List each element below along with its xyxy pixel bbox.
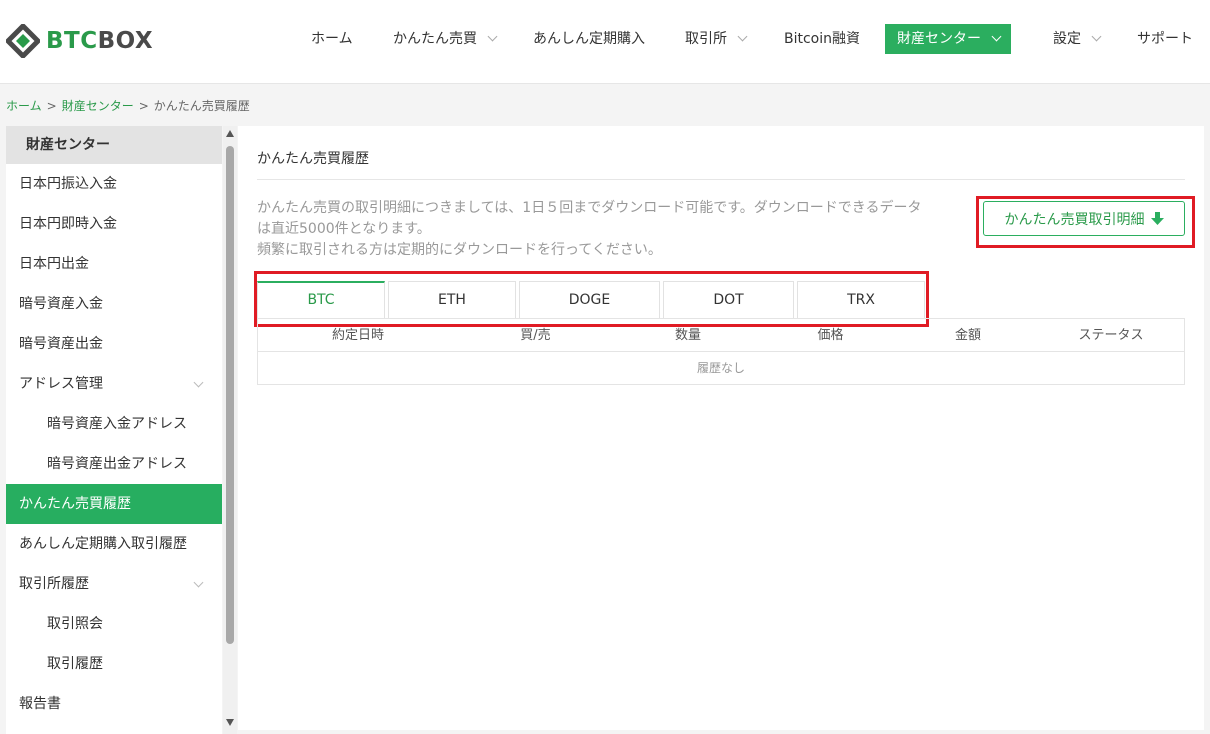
logo-mark-icon (4, 22, 42, 60)
chevron-down-icon (487, 31, 498, 42)
nav-easy-trade[interactable]: かんたん売買 (393, 24, 498, 54)
tab-eth[interactable]: ETH (388, 281, 516, 319)
breadcrumb-separator: > (138, 99, 149, 113)
nav-periodic-purchase[interactable]: あんしん定期購入 (533, 24, 645, 54)
breadcrumb-home[interactable]: ホーム (6, 99, 42, 113)
empty-state-text: 履歴なし (696, 361, 745, 375)
nav-asset-center[interactable]: 財産センター (885, 24, 1011, 54)
nav-home[interactable]: ホーム (311, 24, 353, 54)
sidebar-item-trade-history[interactable]: 取引履歴 (6, 644, 222, 684)
logo[interactable]: BTCBOX (4, 22, 154, 60)
column-header-amount: 金額 (954, 328, 981, 343)
column-header-buy-sell: 買/売 (520, 328, 551, 343)
column-header-quantity: 数量 (674, 328, 701, 343)
download-arrow-icon (1150, 211, 1164, 226)
sidebar-item-jpy-withdrawal[interactable]: 日本円出金 (6, 244, 222, 284)
chevron-down-icon (991, 31, 1002, 42)
breadcrumb-separator: > (46, 99, 57, 113)
tab-doge[interactable]: DOGE (519, 281, 660, 319)
sidebar-item-crypto-withdrawal-address[interactable]: 暗号資産出金アドレス (6, 444, 222, 484)
sidebar-title: 財産センター (6, 126, 222, 164)
sidebar-scrollbar[interactable] (223, 126, 237, 734)
nav-settings[interactable]: 設定 (1053, 24, 1102, 54)
download-statement-button[interactable]: かんたん売買取引明細 (983, 201, 1185, 236)
main-panel: かんたん売買履歴 かんたん売買の取引明細につきましては、1日５回までダウンロード… (238, 126, 1204, 730)
sidebar-item-crypto-withdrawal[interactable]: 暗号資産出金 (6, 324, 222, 364)
history-table: 約定日時 買/売 数量 価格 金額 ステータス 履歴なし (257, 318, 1185, 385)
sidebar-item-jpy-transfer-deposit[interactable]: 日本円振込入金 (6, 164, 222, 204)
notice-line: かんたん売買の取引明細につきましては、1日５回までダウンロード可能です。ダウンロ… (257, 200, 922, 216)
sidebar-item-exchange-history[interactable]: 取引所履歴 (6, 564, 222, 604)
breadcrumb-current: かんたん売買履歴 (153, 99, 250, 113)
header: BTCBOX ホーム かんたん売買 あんしん定期購入 取引所 Bitcoin融資… (0, 0, 1210, 84)
notice-line: 頻繁に取引される方は定期的にダウンロードを行ってください。 (257, 242, 662, 258)
title-divider (257, 179, 1185, 180)
breadcrumb-bar: ホーム > 財産センター > かんたん売買履歴 (0, 84, 1210, 126)
scrollbar-thumb[interactable] (226, 146, 234, 644)
sidebar-item-easy-trade-history[interactable]: かんたん売買履歴 (6, 484, 222, 524)
sidebar-item-jpy-instant-deposit[interactable]: 日本円即時入金 (6, 204, 222, 244)
breadcrumb: ホーム > 財産センター > かんたん売買履歴 (6, 97, 250, 114)
sidebar-item-trade-inquiry[interactable]: 取引照会 (6, 604, 222, 644)
tab-trx[interactable]: TRX (797, 281, 925, 319)
column-header-executed-at: 約定日時 (331, 328, 384, 343)
sidebar-item-crypto-deposit-address[interactable]: 暗号資産入金アドレス (6, 404, 222, 444)
column-header-price: 価格 (817, 328, 844, 343)
breadcrumb-asset-center[interactable]: 財産センター (62, 99, 134, 113)
nav-support[interactable]: サポート (1137, 24, 1193, 54)
table-header-row: 約定日時 買/売 数量 価格 金額 ステータス (258, 319, 1184, 352)
scroll-down-arrow-icon[interactable] (226, 719, 234, 726)
download-button-label: かんたん売買取引明細 (1004, 211, 1145, 228)
tab-dot[interactable]: DOT (663, 281, 794, 319)
chevron-down-icon (193, 377, 204, 388)
chevron-down-icon (1091, 31, 1102, 42)
sidebar-item-periodic-purchase-history[interactable]: あんしん定期購入取引履歴 (6, 524, 222, 564)
download-notice: かんたん売買の取引明細につきましては、1日５回までダウンロード可能です。ダウンロ… (257, 198, 937, 261)
sidebar-item-reports[interactable]: 報告書 (6, 684, 222, 724)
sidebar: 財産センター 日本円振込入金 日本円即時入金 日本円出金 暗号資産入金 暗号資産… (6, 126, 222, 734)
sidebar-item-address-management[interactable]: アドレス管理 (6, 364, 222, 404)
logo-text: BTCBOX (46, 28, 154, 54)
tab-btc[interactable]: BTC (257, 281, 385, 319)
nav-exchange[interactable]: 取引所 (685, 24, 748, 54)
column-header-status: ステータス (1078, 328, 1144, 343)
sidebar-item-crypto-deposit[interactable]: 暗号資産入金 (6, 284, 222, 324)
nav-bitcoin-loan[interactable]: Bitcoin融資 (784, 24, 860, 54)
chevron-down-icon (193, 577, 204, 588)
scroll-up-arrow-icon[interactable] (226, 130, 234, 137)
chevron-down-icon (737, 31, 748, 42)
page-title: かんたん売買履歴 (257, 151, 369, 167)
notice-line: は直近5000件となります。 (257, 221, 431, 237)
